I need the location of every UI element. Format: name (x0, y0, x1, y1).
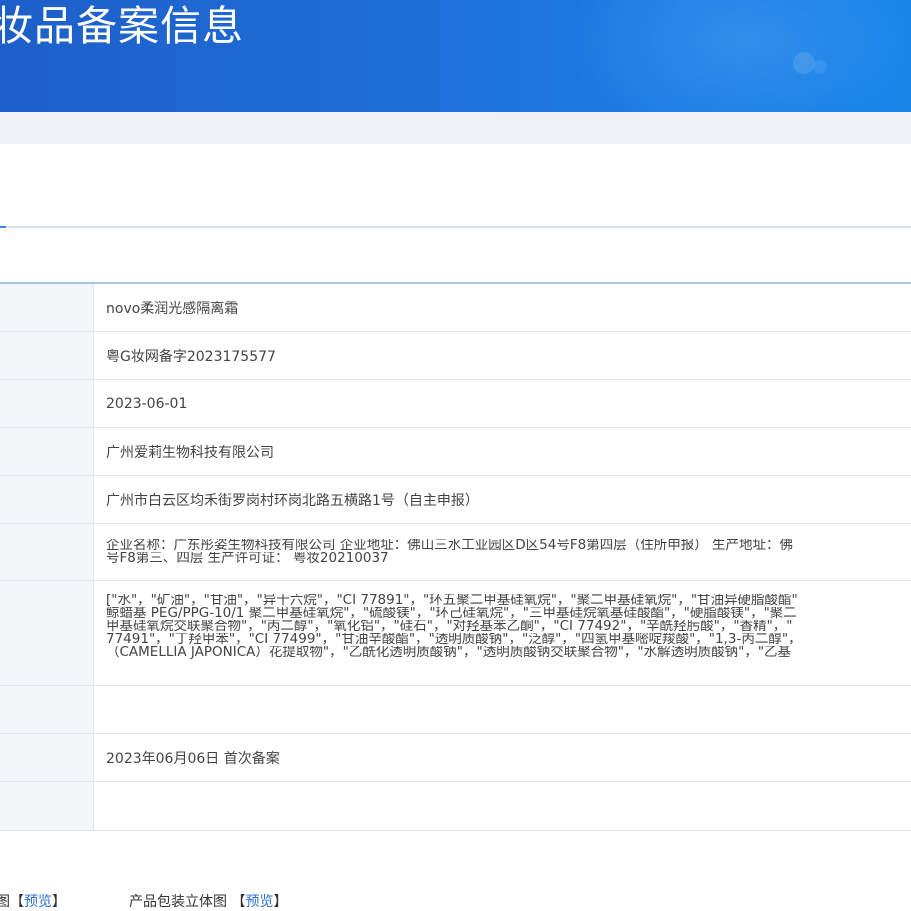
row-label-cell (0, 782, 94, 830)
row-label-cell (0, 581, 94, 685)
row-label-cell (0, 284, 94, 331)
banner-glow (560, 0, 911, 112)
registrant-value: 广州爱莉生物科技有限公司 (106, 444, 274, 461)
attachment-item: 产品包装立体图 【预览】 (129, 891, 287, 911)
attachments-bar: 图【预览】 产品包装立体图 【预览】 (0, 891, 911, 910)
page-title: 妆品备案信息 (0, 2, 244, 50)
ingredients-value: ["水"，"矿油"，"甘油"，"异十六烷"，"CI 77891"，"环五聚二甲基… (94, 581, 911, 685)
bracket-open: 【 (10, 894, 24, 910)
detail-table: novo柔润光感隔离霜 粤G妆网备字2023175577 2023-06-01 … (0, 282, 911, 831)
ingredients-line: 鲸蜡基 PEG/PPG-10/1 聚二甲基硅氧烷"，"硫酸镁"，"环己硅氧烷"，… (106, 607, 797, 620)
section-divider (0, 226, 911, 228)
blank-value (94, 686, 911, 733)
manufacturer-line: 企业名称：广东彤姿生物科技有限公司 企业地址：佛山三水工业园区D区54号F8第四… (106, 539, 794, 552)
header-banner: 妆品备案信息 (0, 0, 911, 112)
table-row: 粤G妆网备字2023175577 (0, 332, 911, 380)
record-number-value: 粤G妆网备字2023175577 (106, 348, 276, 365)
banner-decoration (813, 60, 827, 74)
blank-value (94, 782, 911, 830)
table-row: 广州爱莉生物科技有限公司 (0, 428, 911, 476)
table-row (0, 686, 911, 734)
row-label-cell (0, 332, 94, 379)
attachment-item: 图【预览】 (0, 891, 66, 911)
preview-link[interactable]: 预览 (24, 894, 52, 910)
bracket-close: 】 (52, 894, 66, 910)
bracket-close: 】 (273, 894, 288, 910)
row-label-cell (0, 476, 94, 523)
table-row: ["水"，"矿油"，"甘油"，"异十六烷"，"CI 77891"，"环五聚二甲基… (0, 581, 911, 686)
sub-bar (0, 112, 911, 144)
table-row: 广州市白云区均禾街罗岗村环岗北路五横路1号（自主申报） (0, 476, 911, 524)
banner-decoration (793, 52, 815, 74)
ingredients-line: 甲基硅氧烷交联聚合物"，"丙二醇"，"氧化铝"，"硅石"，"对羟基苯乙酮"，"C… (106, 620, 793, 633)
record-status-value: 2023年06月06日 首次备案 (106, 750, 280, 767)
table-row: novo柔润光感隔离霜 (0, 284, 911, 332)
row-label-cell (0, 734, 94, 781)
row-label-cell (0, 428, 94, 475)
ingredients-line: （CAMELLIA JAPONICA）花提取物"，"乙酰化透明质酸钠"，"透明质… (106, 646, 792, 659)
attachment-label: 图 (0, 894, 10, 910)
row-label-cell (0, 686, 94, 733)
record-date-value: 2023-06-01 (106, 395, 188, 412)
ingredients-line: ["水"，"矿油"，"甘油"，"异十六烷"，"CI 77891"，"环五聚二甲基… (106, 594, 798, 607)
manufacturer-line: 号F8第三、四层 生产许可证： 粤妆20210037 (106, 552, 389, 565)
table-row: 2023年06月06日 首次备案 (0, 734, 911, 782)
table-row: 2023-06-01 (0, 380, 911, 428)
registrant-address-value: 广州市白云区均禾街罗岗村环岗北路五横路1号（自主申报） (106, 492, 479, 509)
ingredients-line: 77491"，"丁羟甲苯"，"CI 77499"，"甘油辛酸酯"，"透明质酸钠"… (106, 633, 802, 646)
row-label-cell (0, 380, 94, 427)
manufacturer-value: 企业名称：广东彤姿生物科技有限公司 企业地址：佛山三水工业园区D区54号F8第四… (94, 524, 911, 580)
row-label-cell (0, 524, 94, 580)
product-name-value: novo柔润光感隔离霜 (106, 300, 239, 317)
table-row (0, 782, 911, 830)
attachment-label: 产品包装立体图 (129, 894, 227, 910)
section-marker (0, 226, 6, 228)
bracket-open: 【 (231, 894, 246, 910)
table-row: 企业名称：广东彤姿生物科技有限公司 企业地址：佛山三水工业园区D区54号F8第四… (0, 524, 911, 581)
preview-link[interactable]: 预览 (245, 894, 273, 910)
